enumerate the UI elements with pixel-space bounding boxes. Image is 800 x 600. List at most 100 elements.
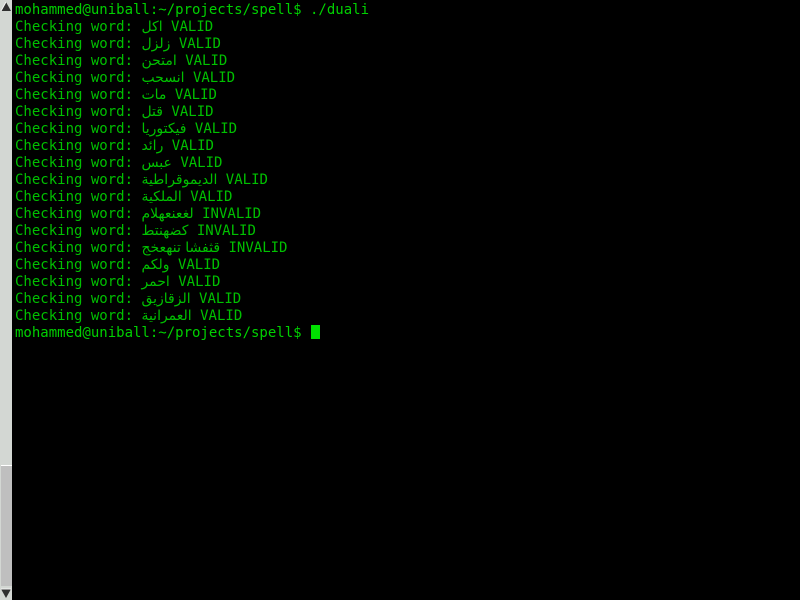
checking-word-label: Checking word: <box>15 274 142 290</box>
terminal-line: Checking word: رائد VALID <box>15 138 800 155</box>
arabic-word: كضهنتط <box>141 223 189 239</box>
arabic-word: قتل <box>141 104 163 120</box>
terminal-line: Checking word: انسحب VALID <box>15 70 800 87</box>
checking-word-label: Checking word: <box>15 19 142 35</box>
checking-word-label: Checking word: <box>15 308 142 324</box>
arabic-word: احمر <box>141 274 170 290</box>
arabic-word: قثفشا تنهعخج <box>141 240 221 256</box>
checking-word-label: Checking word: <box>15 189 142 205</box>
status-valid: VALID <box>199 291 242 307</box>
terminal-line: Checking word: زلزل VALID <box>15 36 800 53</box>
checking-word-label: Checking word: <box>15 172 142 188</box>
scroll-down-arrow-icon[interactable] <box>0 587 12 600</box>
checking-word-label: Checking word: <box>15 240 142 256</box>
terminal-line: Checking word: فيكتوريا VALID <box>15 121 800 138</box>
arabic-word: الملكية <box>141 189 182 205</box>
checking-word-label: Checking word: <box>15 155 142 171</box>
status-valid: VALID <box>171 19 214 35</box>
status-valid: VALID <box>185 53 228 69</box>
terminal-screen[interactable]: mohammed@uniball:~/projects/spell$ ./dua… <box>13 0 800 600</box>
status-valid: VALID <box>192 70 236 86</box>
terminal-line: mohammed@uniball:~/projects/spell$ <box>15 325 800 342</box>
terminal-line: Checking word: لغعنعهلام INVALID <box>15 206 800 223</box>
status-valid: VALID <box>194 121 238 137</box>
status-invalid: INVALID <box>202 206 262 222</box>
status-valid: VALID <box>178 274 221 290</box>
arabic-word: الزقازيق <box>141 291 191 307</box>
status-valid: VALID <box>178 36 221 52</box>
terminal-line: Checking word: الزقازيق VALID <box>15 291 800 308</box>
arabic-word: لغعنعهلام <box>141 206 194 222</box>
arabic-word: مات <box>141 87 167 103</box>
terminal-line: Checking word: قتل VALID <box>15 104 800 121</box>
terminal-scrollbar[interactable] <box>0 0 13 600</box>
terminal-line: Checking word: قثفشا تنهعخج INVALID <box>15 240 800 257</box>
terminal-line: mohammed@uniball:~/projects/spell$ ./dua… <box>15 2 800 19</box>
arabic-word: انسحب <box>141 70 185 86</box>
shell-command: ./duali <box>301 2 370 18</box>
checking-word-label: Checking word: <box>15 138 142 154</box>
arabic-word: ولكم <box>141 257 170 273</box>
terminal-line: Checking word: العمرانية VALID <box>15 308 800 325</box>
terminal-line: Checking word: عبس VALID <box>15 155 800 172</box>
status-invalid: INVALID <box>196 223 256 239</box>
terminal-line: Checking word: الديموقراطية VALID <box>15 172 800 189</box>
checking-word-label: Checking word: <box>15 53 142 69</box>
checking-word-label: Checking word: <box>15 104 142 120</box>
status-valid: VALID <box>225 172 268 188</box>
status-valid: VALID <box>171 138 214 154</box>
status-valid: VALID <box>171 104 214 120</box>
arabic-word: فيكتوريا <box>141 121 187 137</box>
arabic-word: امتحن <box>141 53 177 69</box>
checking-word-label: Checking word: <box>15 206 142 222</box>
scrollbar-thumb[interactable] <box>1 465 12 586</box>
terminal-line: Checking word: الملكية VALID <box>15 189 800 206</box>
terminal-line: Checking word: مات VALID <box>15 87 800 104</box>
terminal-line: Checking word: ولكم VALID <box>15 257 800 274</box>
arabic-word: الديموقراطية <box>141 172 218 188</box>
checking-word-label: Checking word: <box>15 70 142 86</box>
arabic-word: زلزل <box>141 36 171 52</box>
status-valid: VALID <box>180 155 223 171</box>
arabic-word: عبس <box>141 155 172 171</box>
status-valid: VALID <box>190 189 233 205</box>
checking-word-label: Checking word: <box>15 36 142 52</box>
status-valid: VALID <box>177 257 221 273</box>
shell-prompt: mohammed@uniball:~/projects/spell$ <box>15 2 302 18</box>
shell-input <box>302 325 310 341</box>
checking-word-label: Checking word: <box>15 257 142 273</box>
scrollbar-trough[interactable] <box>0 13 12 587</box>
scroll-up-arrow-icon[interactable] <box>0 0 12 13</box>
arabic-word: رائد <box>141 138 164 154</box>
checking-word-label: Checking word: <box>15 291 142 307</box>
terminal-line: Checking word: اكل VALID <box>15 19 800 36</box>
shell-prompt: mohammed@uniball:~/projects/spell$ <box>15 325 302 341</box>
status-invalid: INVALID <box>228 240 288 256</box>
terminal-line: Checking word: امتحن VALID <box>15 53 800 70</box>
checking-word-label: Checking word: <box>15 223 142 239</box>
arabic-word: اكل <box>141 19 163 35</box>
checking-word-label: Checking word: <box>15 121 142 137</box>
checking-word-label: Checking word: <box>15 87 142 103</box>
terminal-window: mohammed@uniball:~/projects/spell$ ./dua… <box>0 0 800 600</box>
arabic-word: العمرانية <box>141 308 192 324</box>
terminal-line: Checking word: احمر VALID <box>15 274 800 291</box>
status-valid: VALID <box>174 87 217 103</box>
text-cursor <box>311 325 321 339</box>
terminal-line: Checking word: كضهنتط INVALID <box>15 223 800 240</box>
status-valid: VALID <box>200 308 243 324</box>
